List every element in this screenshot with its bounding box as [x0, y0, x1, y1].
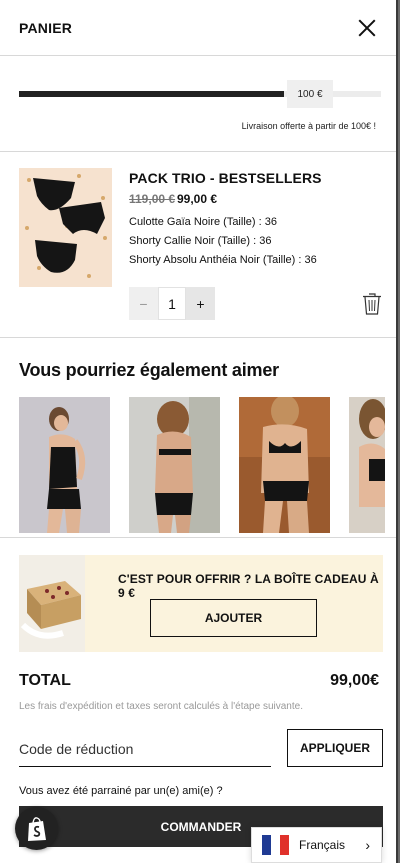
- price-current: 99,00 €: [177, 192, 218, 206]
- language-selector[interactable]: Français ›: [251, 827, 382, 863]
- fees-note: Les frais d'expédition et taxes seront c…: [19, 701, 303, 712]
- gift-box-image: [19, 555, 85, 652]
- language-label: Français: [299, 838, 346, 852]
- total-value: 99,00€: [330, 672, 379, 689]
- recommendations-title: Vous pourriez également aimer: [19, 360, 279, 380]
- product-name[interactable]: PACK TRIO - BESTSELLERS: [129, 170, 322, 186]
- quantity-stepper: − 1 +: [129, 287, 215, 320]
- quantity-increase-button[interactable]: +: [186, 287, 215, 320]
- total-label: TOTAL: [19, 672, 71, 689]
- chevron-right-icon: ›: [365, 837, 370, 853]
- close-icon[interactable]: [357, 18, 377, 38]
- recommendation-product-image[interactable]: [129, 397, 220, 533]
- product-thumbnail[interactable]: [19, 168, 112, 287]
- add-gift-box-button[interactable]: AJOUTER: [150, 599, 317, 637]
- cart-line-item: PACK TRIO - BESTSELLERS 119,00 € 99,00 €…: [0, 152, 396, 338]
- apply-discount-button[interactable]: APPLIQUER: [287, 729, 383, 767]
- discount-code-input[interactable]: Code de réduction: [19, 731, 271, 767]
- shopify-bag-icon[interactable]: [15, 807, 58, 850]
- section-divider: [0, 537, 396, 538]
- shipping-progress-fill: [19, 91, 284, 97]
- recommendation-product-image[interactable]: [239, 397, 330, 533]
- gift-box-upsell: C'EST POUR OFFRIR ? LA BOÎTE CADEAU À 9 …: [19, 555, 383, 652]
- referral-link[interactable]: Vous avez été parrainé par un(e) ami(e) …: [19, 785, 223, 797]
- free-shipping-progress: [0, 56, 396, 152]
- variant-line: Shorty Absolu Anthéia Noir (Taille) : 36: [129, 254, 317, 266]
- france-flag-icon: [262, 835, 289, 855]
- quantity-value[interactable]: 1: [158, 287, 186, 320]
- gift-box-text: C'EST POUR OFFRIR ? LA BOÎTE CADEAU À 9 …: [118, 572, 379, 600]
- cart-header: PANIER: [0, 0, 396, 56]
- recommendations-carousel: [19, 397, 385, 533]
- cart-drawer: PANIER 100 € Livraison offerte à partir …: [0, 0, 398, 863]
- free-shipping-note: Livraison offerte à partir de 100€ !: [241, 121, 376, 131]
- variant-line: Culotte Gaïa Noire (Taille) : 36: [129, 216, 277, 228]
- recommendation-product-image[interactable]: [349, 397, 385, 533]
- quantity-decrease-button[interactable]: −: [129, 287, 158, 320]
- cart-title: PANIER: [19, 19, 73, 36]
- variant-line: Shorty Callie Noir (Taille) : 36: [129, 235, 272, 247]
- trash-icon[interactable]: [362, 292, 382, 316]
- shipping-threshold-badge: 100 €: [287, 80, 333, 108]
- price-original: 119,00 €: [129, 192, 176, 206]
- recommendation-product-image[interactable]: [19, 397, 110, 533]
